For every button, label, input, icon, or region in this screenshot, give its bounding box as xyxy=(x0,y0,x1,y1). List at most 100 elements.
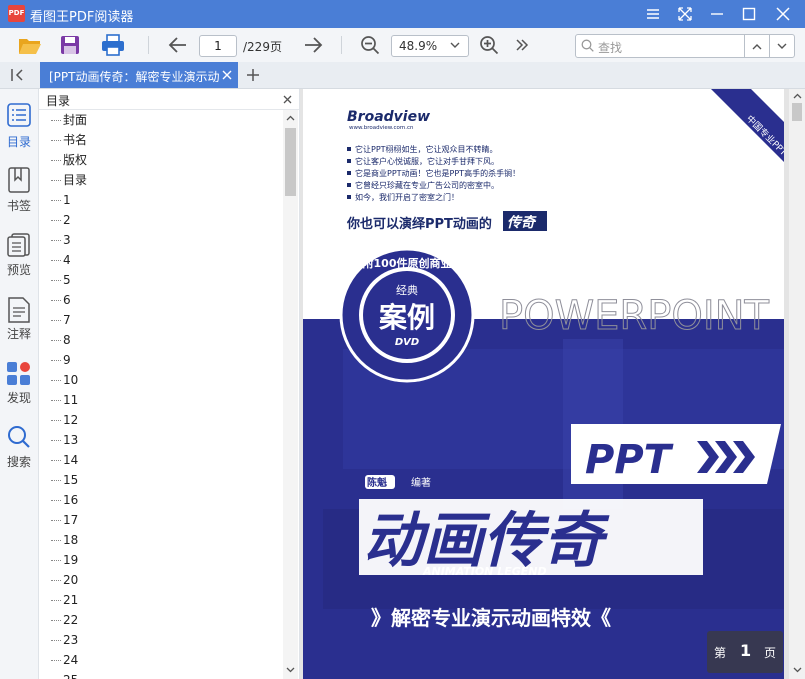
publisher-url: www.broadview.com.cn xyxy=(349,125,414,131)
outline-item[interactable]: 8 xyxy=(51,330,71,350)
outline-item[interactable]: 16 xyxy=(51,490,78,510)
maximize-button[interactable] xyxy=(733,0,765,28)
outline-item-label: 3 xyxy=(63,233,71,247)
cover-bullet: 它是商业PPT动画！它也是PPT高手的杀手锏！ xyxy=(355,168,520,178)
next-page-icon[interactable] xyxy=(300,32,326,58)
tab-close-icon[interactable] xyxy=(222,70,232,80)
bookmark-icon xyxy=(8,167,30,193)
outline-item[interactable]: 17 xyxy=(51,510,78,530)
open-folder-icon[interactable] xyxy=(17,32,43,58)
pdf-page: 中国专业PPT动画 Broadview www.broadview.com.cn… xyxy=(303,89,784,679)
zoom-select[interactable]: 48.9% xyxy=(391,35,469,57)
outline-item[interactable]: 目录 xyxy=(51,170,87,190)
outline-item-label: 14 xyxy=(63,453,79,467)
outline-item[interactable]: 10 xyxy=(51,370,78,390)
previous-page-icon[interactable] xyxy=(165,32,191,58)
cover-bullet: 如今，我们开启了密室之门！ xyxy=(355,192,459,202)
search-previous-button[interactable] xyxy=(744,34,770,58)
outline-item[interactable]: 4 xyxy=(51,250,71,270)
rail-item-outline[interactable]: 目录 xyxy=(0,103,38,163)
outline-item[interactable]: 18 xyxy=(51,530,78,550)
outline-item[interactable]: 11 xyxy=(51,390,78,410)
outline-item-label: 21 xyxy=(63,593,79,607)
outline-item[interactable]: 1 xyxy=(51,190,71,210)
rail-item-discover[interactable]: 发现 xyxy=(0,359,38,419)
scroll-up-icon[interactable] xyxy=(793,93,802,99)
outline-item[interactable]: 24 xyxy=(51,650,78,670)
fullscreen-icon[interactable] xyxy=(669,0,701,28)
zoom-out-icon[interactable] xyxy=(357,32,383,58)
page-indicator-suffix: 页 xyxy=(764,646,777,660)
scroll-down-icon[interactable] xyxy=(793,667,802,673)
note-icon xyxy=(8,297,30,323)
cover-tagline: 你也可以演绎PPT动画的 xyxy=(346,216,492,232)
rail-item-preview[interactable]: 预览 xyxy=(0,231,38,291)
search-input[interactable]: 查找 xyxy=(575,34,745,58)
rail-item-bookmarks[interactable]: 书签 xyxy=(0,167,38,227)
collapse-sidebar-icon[interactable] xyxy=(10,68,26,85)
rail-item-label: 目录 xyxy=(6,135,31,149)
rail-item-annotations[interactable]: 注释 xyxy=(0,295,38,355)
cover-bullet: 它让PPT栩栩如生，它让观众目不转睛。 xyxy=(355,144,498,154)
outline-item-label: 8 xyxy=(63,333,71,347)
minimize-button[interactable] xyxy=(701,0,733,28)
outline-item[interactable]: 15 xyxy=(51,470,78,490)
outline-item[interactable]: 6 xyxy=(51,290,71,310)
tab-bar: [PPT动画传奇：解密专业演示动 xyxy=(0,62,805,89)
cover-art: 中国专业PPT动画 Broadview www.broadview.com.cn… xyxy=(303,89,784,679)
outline-item[interactable]: 5 xyxy=(51,270,71,290)
tree-connector xyxy=(51,540,61,541)
ppt-text: PPT xyxy=(585,437,674,483)
outline-item[interactable]: 书名 xyxy=(51,130,87,150)
outline-item[interactable]: 2 xyxy=(51,210,71,230)
apps-icon xyxy=(7,362,30,385)
zoom-in-icon[interactable] xyxy=(476,32,502,58)
outline-item[interactable]: 7 xyxy=(51,310,71,330)
outline-item[interactable]: 14 xyxy=(51,450,78,470)
outline-item[interactable]: 19 xyxy=(51,550,78,570)
tree-connector xyxy=(51,220,61,221)
close-icon[interactable] xyxy=(283,95,292,104)
outline-item-label: 目录 xyxy=(63,173,88,187)
outline-item[interactable]: 3 xyxy=(51,230,71,250)
outline-item-label: 12 xyxy=(63,413,79,427)
outline-panel: 目录 封面 书名 版权 目录 1 2 3 4 5 6 7 8 9 10 11 12 13 14 15 16 17 18 19… xyxy=(39,89,300,679)
tree-connector xyxy=(51,180,61,181)
outline-item[interactable]: 20 xyxy=(51,570,78,590)
outline-item[interactable]: 版权 xyxy=(51,150,87,170)
document-scrollbar[interactable] xyxy=(789,89,805,679)
new-tab-icon[interactable] xyxy=(246,68,260,85)
outline-item[interactable]: 23 xyxy=(51,630,78,650)
outline-item[interactable]: 9 xyxy=(51,350,71,370)
outline-item[interactable]: 22 xyxy=(51,610,78,630)
page-number-input[interactable]: 1 xyxy=(199,35,237,57)
save-icon[interactable] xyxy=(57,32,83,58)
search-icon xyxy=(581,39,594,52)
scroll-thumb[interactable] xyxy=(285,128,296,196)
rail-item-search[interactable]: 搜索 xyxy=(0,423,38,483)
outline-item-label: 2 xyxy=(63,213,71,227)
list-icon xyxy=(7,103,31,127)
print-icon[interactable] xyxy=(100,32,126,58)
outline-item[interactable]: 封面 xyxy=(51,110,87,130)
tree-connector xyxy=(51,420,61,421)
tree-connector xyxy=(51,560,61,561)
menu-icon[interactable] xyxy=(637,0,669,28)
tree-connector xyxy=(51,320,61,321)
outline-item[interactable]: 21 xyxy=(51,590,78,610)
outline-item-label: 17 xyxy=(63,513,79,527)
outline-item[interactable]: 25 xyxy=(51,670,78,679)
tree-connector xyxy=(51,500,61,501)
scroll-down-icon[interactable] xyxy=(286,667,295,673)
close-button[interactable] xyxy=(767,0,799,28)
tab-document[interactable]: [PPT动画传奇：解密专业演示动 xyxy=(40,62,238,88)
scroll-thumb[interactable] xyxy=(792,103,802,121)
outline-item[interactable]: 13 xyxy=(51,430,78,450)
more-tools-icon[interactable] xyxy=(509,32,535,58)
search-next-button[interactable] xyxy=(769,34,795,58)
outline-item[interactable]: 12 xyxy=(51,410,78,430)
dvd-badge: 附100件原创商业 经典 案例 DVD xyxy=(339,247,475,383)
outline-scrollbar[interactable] xyxy=(283,110,298,679)
outline-item-label: 5 xyxy=(63,273,71,287)
scroll-up-icon[interactable] xyxy=(286,115,295,121)
